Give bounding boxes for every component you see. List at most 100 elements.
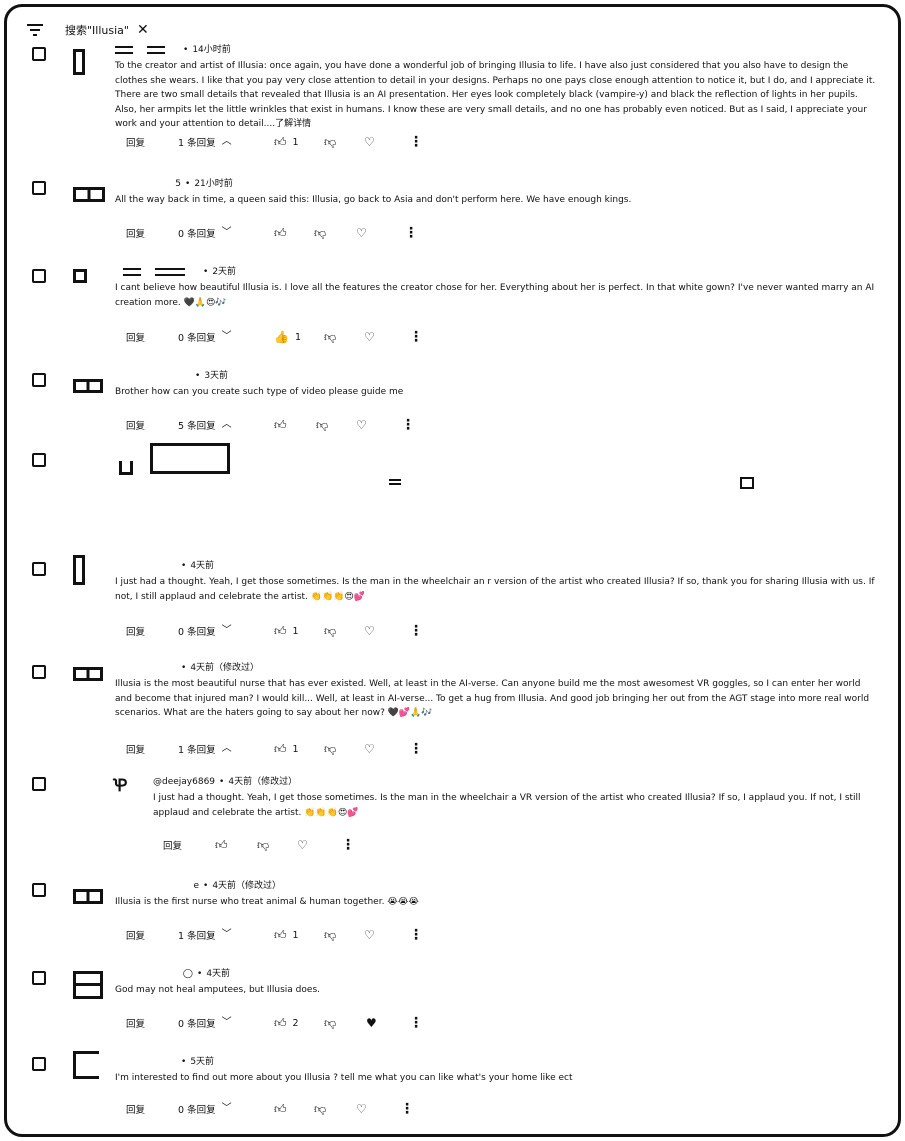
avatar[interactable] [73, 667, 103, 681]
dislike-button[interactable]: 👎︎ [314, 1101, 326, 1117]
more-button[interactable]: ⋮ [341, 837, 355, 853]
avatar[interactable] [73, 1051, 99, 1079]
reply-button[interactable]: 回复 [163, 837, 182, 853]
select-checkbox[interactable] [32, 971, 46, 985]
avatar[interactable] [73, 187, 105, 202]
read-more-link[interactable]: ...了解详情 [267, 119, 312, 129]
more-button[interactable]: ⋮ [401, 417, 415, 433]
filter-icon[interactable] [27, 23, 43, 37]
heart-button[interactable]: ♡ [356, 225, 367, 241]
more-button[interactable]: ⋮ [409, 1015, 423, 1031]
more-button[interactable]: ⋮ [409, 927, 423, 943]
dislike-button[interactable]: 👎︎ [314, 225, 326, 241]
more-button[interactable]: ⋮ [400, 1101, 414, 1117]
view-replies-button[interactable]: 5 条回复 ︿ [178, 417, 232, 433]
comment-time: 4天前（修改过） [228, 777, 298, 787]
filter-bar: 搜索"Illusia" ✕ [27, 19, 149, 41]
reply-button[interactable]: 回复 [126, 225, 145, 241]
select-checkbox[interactable] [32, 777, 46, 791]
chevron-up-icon: ︿ [221, 419, 232, 430]
select-checkbox[interactable] [32, 562, 46, 576]
more-button[interactable]: ⋮ [409, 623, 423, 639]
like-button[interactable]: 👍︎ 1 [274, 623, 299, 639]
reply-button[interactable]: 回复 [126, 329, 145, 345]
heart-button[interactable]: ♡ [364, 927, 375, 943]
like-button[interactable]: 👍︎ [274, 225, 287, 241]
comment-author[interactable]: ◯ [115, 967, 193, 981]
select-checkbox[interactable] [32, 269, 46, 283]
select-checkbox[interactable] [32, 373, 46, 387]
avatar[interactable]: Ꝕ [113, 775, 133, 797]
select-checkbox[interactable] [32, 883, 46, 897]
heart-button[interactable]: ♡ [364, 329, 375, 345]
replies-count: 1 条回复 [178, 745, 216, 756]
select-checkbox[interactable] [32, 665, 46, 679]
dislike-button[interactable]: 👎︎ [316, 417, 328, 433]
avatar[interactable] [73, 555, 85, 585]
reply-button[interactable]: 回复 [126, 927, 145, 943]
thumb-up-icon: 👍︎ [274, 418, 287, 432]
select-checkbox[interactable] [32, 181, 46, 195]
reply-button[interactable]: 回复 [126, 741, 145, 757]
like-button[interactable]: 👍︎ [274, 417, 287, 433]
dislike-button[interactable]: 👎︎ [324, 1015, 336, 1031]
dislike-button[interactable]: 👎︎ [324, 927, 336, 943]
view-replies-button[interactable]: 0 条回复 ﹀ [178, 225, 232, 241]
more-button[interactable]: ⋮ [409, 741, 423, 757]
reply-button[interactable]: 回复 [126, 623, 145, 639]
comment-author[interactable]: @deejay6869 [153, 777, 215, 787]
comment-meta: @deejay6869 • 4天前（修改过） [153, 777, 298, 787]
reply-button[interactable]: 回复 [126, 1015, 145, 1031]
avatar[interactable] [73, 49, 85, 75]
reply-button[interactable]: 回复 [126, 1101, 145, 1117]
like-button[interactable]: 👍︎ [274, 1101, 287, 1117]
comment-meta: • 3天前 [195, 371, 229, 381]
reply-button[interactable]: 回复 [126, 417, 145, 433]
avatar[interactable] [73, 889, 103, 904]
more-button[interactable]: ⋮ [404, 225, 418, 241]
view-replies-button[interactable]: 1 条回复 ︿ [178, 134, 232, 150]
comment-time: 4天前（修改过） [212, 881, 282, 891]
search-chip[interactable]: 搜索"Illusia" ✕ [65, 22, 149, 38]
select-checkbox[interactable] [32, 1057, 46, 1071]
comment-text-body: To the creator and artist of Illusia: on… [115, 61, 876, 129]
heart-button[interactable]: ♡ [297, 837, 308, 853]
avatar[interactable] [73, 269, 87, 283]
like-button[interactable]: 👍︎ 2 [274, 1015, 299, 1031]
avatar[interactable] [73, 379, 103, 393]
heart-icon: ♡ [364, 624, 375, 638]
heart-button[interactable]: ♡ [364, 623, 375, 639]
select-checkbox[interactable] [32, 47, 46, 61]
view-replies-button[interactable]: 0 条回复 ﹀ [178, 1101, 232, 1117]
reply-button[interactable]: 回复 [126, 134, 145, 150]
comment-text: God may not heal amputees, but Illusia d… [115, 985, 320, 995]
more-button[interactable]: ⋮ [409, 329, 423, 345]
close-icon[interactable]: ✕ [137, 23, 149, 37]
heart-button[interactable]: ♡ [364, 741, 375, 757]
like-button[interactable]: 👍︎ 1 [274, 741, 299, 757]
dislike-button[interactable]: 👎︎ [324, 329, 336, 345]
creator-heart-button[interactable]: ♥ [366, 1015, 377, 1031]
heart-button[interactable]: ♡ [364, 134, 375, 150]
more-button[interactable]: ⋮ [409, 134, 423, 150]
view-replies-button[interactable]: 0 条回复 ﹀ [178, 1015, 232, 1031]
view-replies-button[interactable]: 1 条回复 ︿ [178, 741, 232, 757]
comment-author[interactable]: e [115, 879, 199, 893]
comment-text: I'm interested to find out more about yo… [115, 1073, 573, 1083]
view-replies-button[interactable]: 1 条回复 ﹀ [178, 927, 232, 943]
heart-button[interactable]: ♡ [356, 1101, 367, 1117]
like-button[interactable]: 👍︎ [215, 837, 228, 853]
dislike-button[interactable]: 👎︎ [324, 134, 336, 150]
like-button[interactable]: 👍︎ 1 [274, 927, 299, 943]
thumb-up-icon: 👍︎ [274, 742, 287, 756]
view-replies-button[interactable]: 0 条回复 ﹀ [178, 329, 232, 345]
dislike-button[interactable]: 👎︎ [324, 623, 336, 639]
heart-button[interactable]: ♡ [356, 417, 367, 433]
like-button[interactable]: 👍︎ 1 [274, 134, 299, 150]
dislike-button[interactable]: 👎︎ [324, 741, 336, 757]
view-replies-button[interactable]: 0 条回复 ﹀ [178, 623, 232, 639]
like-button[interactable]: 👍 1 [274, 329, 301, 345]
select-checkbox[interactable] [32, 453, 46, 467]
comment-author[interactable]: 5 [115, 177, 181, 191]
dislike-button[interactable]: 👎︎ [257, 837, 269, 853]
